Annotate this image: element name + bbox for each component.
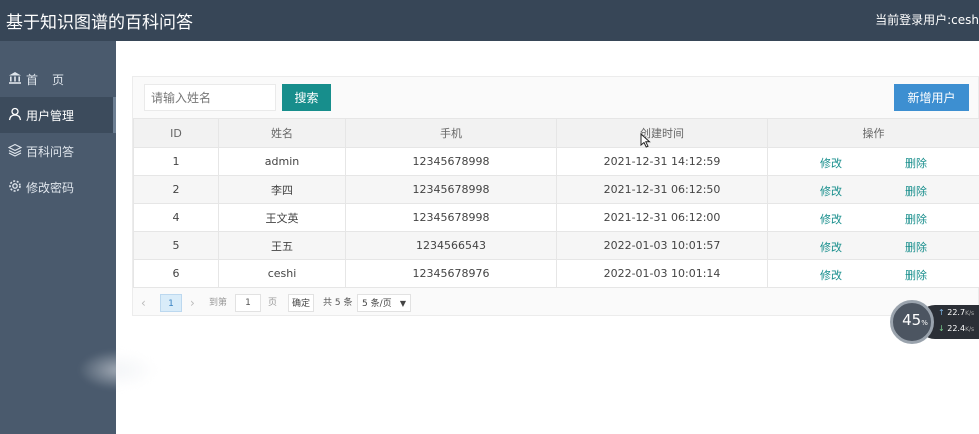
sidebar-item-label: 用户管理 <box>26 109 75 123</box>
sidebar-item-home[interactable]: 首页 <box>0 61 116 97</box>
download-value: 22.4 <box>947 324 966 333</box>
sidebar-item-users[interactable]: 用户管理 <box>0 97 116 133</box>
mouse-cursor-icon <box>640 133 651 148</box>
download-speed: ↓ 22.4K/s <box>938 324 974 333</box>
column-header-phone: 手机 <box>345 118 557 148</box>
cell-name: 王五 <box>218 231 346 260</box>
gear-icon <box>8 179 22 193</box>
cell-created: 2022-01-03 10:01:57 <box>556 231 768 260</box>
cell-created: 2021-12-31 14:12:59 <box>556 147 768 176</box>
upload-unit: K/s <box>965 310 975 317</box>
search-button[interactable]: 搜索 <box>282 84 331 111</box>
edit-link[interactable]: 修改 <box>820 267 842 283</box>
usage-percent: 45% <box>893 311 937 329</box>
table-header-row: ID 姓名 手机 创建时间 操作 <box>133 118 979 148</box>
cell-id: 2 <box>133 175 219 204</box>
arrow-up-icon: ↑ <box>938 308 945 317</box>
user-table: ID 姓名 手机 创建时间 操作 1 admin 12345678998 202… <box>133 118 979 288</box>
cell-created: 2021-12-31 06:12:50 <box>556 175 768 204</box>
page-number-current[interactable]: 1 <box>160 294 182 312</box>
usage-percent-unit: % <box>921 319 928 327</box>
table-row: 5 王五 1234566543 2022-01-03 10:01:57 修改 删… <box>133 231 979 260</box>
upload-speed: ↑ 22.7K/s <box>938 308 974 317</box>
next-page-icon[interactable]: › <box>190 294 195 312</box>
cell-id: 5 <box>133 231 219 260</box>
blurred-overlay <box>78 350 158 390</box>
chevron-down-icon: ▼ <box>399 299 406 308</box>
cell-name: ceshi <box>218 259 346 288</box>
sidebar-item-label: 首页 <box>26 73 79 87</box>
cell-id: 4 <box>133 203 219 232</box>
cell-created: 2022-01-03 10:01:14 <box>556 259 768 288</box>
sidebar-item-password[interactable]: 修改密码 <box>0 169 116 205</box>
column-header-created: 创建时间 <box>556 118 768 148</box>
add-user-button[interactable]: 新增用户 <box>894 84 969 111</box>
cell-actions: 修改 删除 <box>767 259 979 288</box>
table-row: 6 ceshi 12345678976 2022-01-03 10:01:14 … <box>133 259 979 288</box>
page-size-select[interactable]: 5 条/页 ▼ <box>357 294 411 312</box>
sidebar-item-label: 修改密码 <box>26 181 75 195</box>
download-unit: K/s <box>965 326 975 333</box>
page-unit-label: 页 <box>268 298 278 308</box>
delete-link[interactable]: 删除 <box>905 239 927 255</box>
cell-phone: 1234566543 <box>345 231 557 260</box>
search-input[interactable] <box>144 84 276 111</box>
cell-name: admin <box>218 147 346 176</box>
delete-link[interactable]: 删除 <box>905 183 927 199</box>
cell-phone: 12345678976 <box>345 259 557 288</box>
delete-link[interactable]: 删除 <box>905 155 927 171</box>
column-header-name: 姓名 <box>218 118 346 148</box>
table-row: 1 admin 12345678998 2021-12-31 14:12:59 … <box>133 147 979 176</box>
delete-link[interactable]: 删除 <box>905 211 927 227</box>
app-title: 基于知识图谱的百科问答 <box>6 13 193 33</box>
pagination: ‹ 1 › 到第 页 确定 共 5 条 5 条/页 ▼ <box>133 292 979 316</box>
edit-link[interactable]: 修改 <box>820 183 842 199</box>
edit-link[interactable]: 修改 <box>820 155 842 171</box>
goto-page-input[interactable] <box>235 294 261 312</box>
cell-id: 1 <box>133 147 219 176</box>
goto-confirm-button[interactable]: 确定 <box>288 294 314 312</box>
column-header-actions: 操作 <box>767 118 979 148</box>
total-count: 共 5 条 <box>323 298 353 308</box>
cell-phone: 12345678998 <box>345 203 557 232</box>
cell-name: 李四 <box>218 175 346 204</box>
bank-icon <box>8 71 22 85</box>
sidebar-item-label: 百科问答 <box>26 145 75 159</box>
layers-icon <box>8 143 22 157</box>
sidebar: 首页 用户管理 百科问答 修改密码 <box>0 41 158 434</box>
column-header-id: ID <box>133 118 219 148</box>
cell-created: 2021-12-31 06:12:00 <box>556 203 768 232</box>
cell-phone: 12345678998 <box>345 147 557 176</box>
edit-link[interactable]: 修改 <box>820 211 842 227</box>
delete-link[interactable]: 删除 <box>905 267 927 283</box>
prev-page-icon[interactable]: ‹ <box>141 294 146 312</box>
table-row: 2 李四 12345678998 2021-12-31 06:12:50 修改 … <box>133 175 979 204</box>
edit-link[interactable]: 修改 <box>820 239 842 255</box>
cell-actions: 修改 删除 <box>767 203 979 232</box>
cell-phone: 12345678998 <box>345 175 557 204</box>
arrow-down-icon: ↓ <box>938 324 945 333</box>
cell-actions: 修改 删除 <box>767 231 979 260</box>
usage-gauge: 45% <box>890 300 934 344</box>
usage-percent-value: 45 <box>902 311 922 329</box>
table-row: 4 王文英 12345678998 2021-12-31 06:12:00 修改… <box>133 203 979 232</box>
cell-id: 6 <box>133 259 219 288</box>
network-speed-widget[interactable]: ↑ 22.7K/s ↓ 22.4K/s 45% <box>890 300 979 344</box>
goto-label: 到第 <box>209 298 228 308</box>
user-icon <box>8 107 22 121</box>
cell-name: 王文英 <box>218 203 346 232</box>
cell-actions: 修改 删除 <box>767 175 979 204</box>
page-size-value: 5 条/页 <box>362 299 392 309</box>
current-user-label: 当前登录用户:cesh <box>875 13 979 27</box>
top-header: 基于知识图谱的百科问答 当前登录用户:cesh <box>0 0 979 41</box>
sidebar-item-qa[interactable]: 百科问答 <box>0 133 116 169</box>
upload-value: 22.7 <box>947 308 966 317</box>
cell-actions: 修改 删除 <box>767 147 979 176</box>
